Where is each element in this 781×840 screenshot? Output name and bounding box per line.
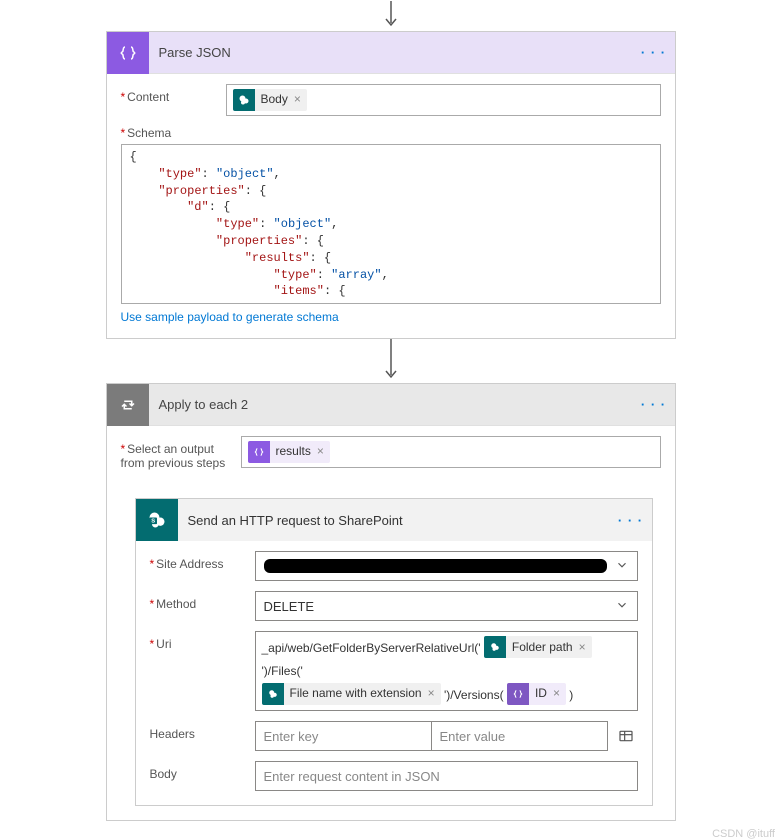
uri-input[interactable]: _api/web/GetFolderByServerRelativeUrl(' … — [255, 631, 638, 711]
apply-to-each-title: Apply to each 2 — [149, 397, 633, 412]
folder-path-token[interactable]: Folder path × — [484, 636, 592, 658]
apply-to-each-card: Apply to each 2 · · · *Select an output … — [106, 383, 676, 821]
remove-token-icon[interactable]: × — [315, 441, 330, 463]
http-request-card: S Send an HTTP request to SharePoint · ·… — [135, 498, 653, 806]
body-label: Body — [150, 761, 255, 781]
method-value: DELETE — [264, 599, 315, 614]
sharepoint-icon — [262, 683, 284, 705]
parse-json-title: Parse JSON — [149, 45, 633, 60]
more-button[interactable]: · · · — [633, 384, 675, 426]
body-input[interactable] — [255, 761, 638, 791]
chevron-down-icon — [615, 558, 629, 575]
remove-token-icon[interactable]: × — [577, 636, 592, 658]
select-output-label: *Select an output from previous steps — [121, 436, 241, 470]
header-value-input[interactable] — [431, 721, 608, 751]
results-token[interactable]: results × — [248, 441, 330, 463]
chevron-down-icon — [615, 598, 629, 615]
remove-token-icon[interactable]: × — [551, 683, 566, 705]
http-request-header[interactable]: S Send an HTTP request to SharePoint · ·… — [136, 499, 652, 541]
more-button[interactable]: · · · — [610, 499, 652, 541]
more-button[interactable]: · · · — [633, 32, 675, 74]
uri-label: *Uri — [150, 631, 255, 651]
apply-to-each-header[interactable]: Apply to each 2 · · · — [107, 384, 675, 426]
parse-json-header[interactable]: Parse JSON · · · — [107, 32, 675, 74]
flow-arrow-2 — [1, 339, 780, 383]
content-input[interactable]: Body × — [226, 84, 661, 116]
content-label: *Content — [121, 84, 226, 104]
toggle-text-mode-button[interactable] — [614, 724, 638, 748]
remove-token-icon[interactable]: × — [292, 89, 307, 111]
sharepoint-icon: S — [136, 499, 178, 541]
schema-textarea[interactable]: { "type": "object", "properties": { "d":… — [121, 144, 661, 304]
parse-json-token-icon — [507, 683, 529, 705]
loop-icon — [107, 384, 149, 426]
select-output-input[interactable]: results × — [241, 436, 661, 468]
http-request-title: Send an HTTP request to SharePoint — [178, 513, 610, 528]
header-key-input[interactable] — [255, 721, 431, 751]
method-label: *Method — [150, 591, 255, 611]
schema-label: *Schema — [121, 126, 661, 140]
parse-json-icon — [107, 32, 149, 74]
site-address-select[interactable] — [255, 551, 638, 581]
site-address-label: *Site Address — [150, 551, 255, 571]
sharepoint-icon — [233, 89, 255, 111]
flow-arrow-1 — [1, 1, 780, 31]
redacted-value — [264, 559, 607, 573]
watermark: CSDN @ituff — [712, 828, 775, 840]
parse-json-card: Parse JSON · · · *Content Body × *Schema… — [106, 31, 676, 339]
body-token[interactable]: Body × — [233, 89, 307, 111]
svg-text:S: S — [151, 519, 155, 525]
method-select[interactable]: DELETE — [255, 591, 638, 621]
sharepoint-icon — [484, 636, 506, 658]
file-name-token[interactable]: File name with extension × — [262, 683, 441, 705]
id-token[interactable]: ID × — [507, 683, 566, 705]
sample-payload-link[interactable]: Use sample payload to generate schema — [121, 310, 339, 324]
remove-token-icon[interactable]: × — [426, 683, 441, 705]
parse-json-token-icon — [248, 441, 270, 463]
headers-label: Headers — [150, 721, 255, 741]
